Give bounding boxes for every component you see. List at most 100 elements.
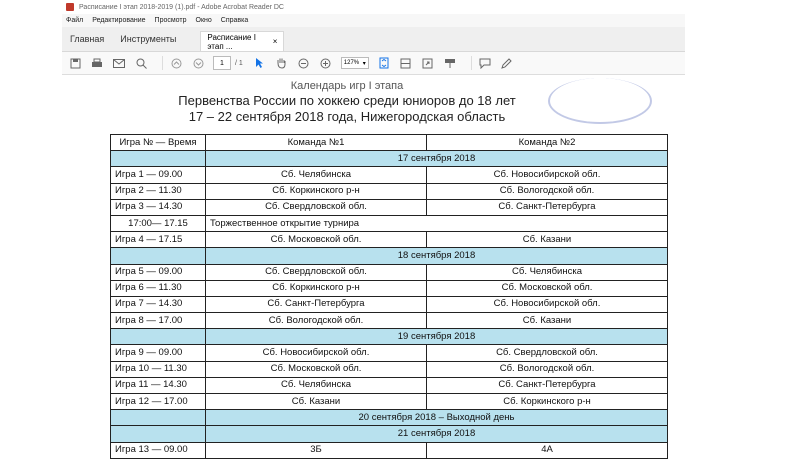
email-icon[interactable]	[112, 56, 126, 70]
tab-document[interactable]: Расписание I этап ... ×	[200, 31, 285, 51]
date-row-spacer	[110, 150, 206, 168]
toolbar-separator	[162, 56, 163, 70]
page-down-icon[interactable]	[191, 56, 205, 70]
date-cell: 21 сентября 2018	[205, 425, 668, 443]
chevron-down-icon: ▾	[362, 60, 366, 67]
team1-cell: Сб. Московской обл.	[205, 360, 427, 378]
table-row: Игра 13 — 09.00 3Б 4А	[110, 441, 668, 459]
header-team2: Команда №2	[426, 133, 668, 152]
team2-cell: Сб. Санкт-Петербурга	[426, 198, 668, 216]
menu-bar: Файл Редактирование Просмотр Окно Справк…	[62, 14, 685, 27]
game-cell: Игра 9 — 09.00	[110, 344, 206, 362]
menu-window[interactable]: Окно	[196, 17, 212, 24]
table-row: Игра 11 — 14.30 Сб. Челябинска Сб. Санкт-П…	[110, 376, 668, 395]
game-cell: Игра 6 — 11.30	[110, 279, 206, 297]
table-row: Игра 5 — 09.00 Сб. Свердловской обл. Сб. Ч…	[110, 263, 668, 281]
team2-cell: Сб. Свердловской обл.	[426, 344, 668, 362]
doc-title-line1: Первенства России по хоккею среди юниоро…	[178, 93, 516, 108]
menu-help[interactable]: Справка	[221, 17, 248, 24]
team1-cell: Сб. Коркинского р-н	[205, 182, 427, 200]
date-row-spacer	[110, 425, 206, 443]
search-icon[interactable]	[134, 56, 148, 70]
comment-icon[interactable]	[478, 56, 492, 70]
hand-tool-icon[interactable]	[275, 56, 289, 70]
zoom-level-select[interactable]: 127% ▾	[340, 57, 369, 69]
schedule-table: Игра № — Время Команда №1 Команда №2 17 …	[110, 133, 668, 459]
team1-cell: Сб. Челябинска	[205, 376, 427, 395]
select-cursor-icon[interactable]	[253, 56, 267, 70]
table-row-date: 17 сентября 2018	[110, 150, 668, 168]
zoom-out-icon[interactable]	[297, 56, 311, 70]
team2-cell: Сб. Санкт-Петербурга	[426, 376, 668, 395]
pen-icon[interactable]	[500, 56, 514, 70]
team2-cell: Сб. Новосибирской обл.	[426, 295, 668, 314]
fullscreen-icon[interactable]	[421, 56, 435, 70]
date-row-spacer	[110, 328, 206, 346]
table-row: Игра 9 — 09.00 Сб. Новосибирской обл. Сб. …	[110, 344, 668, 362]
game-cell: Игра 2 — 11.30	[110, 182, 206, 200]
scroll-mode-icon[interactable]	[399, 56, 413, 70]
tab-home[interactable]: Главная	[62, 34, 112, 51]
date-cell: 17 сентября 2018	[205, 150, 668, 168]
close-icon[interactable]: ×	[273, 37, 278, 46]
table-row: Игра 6 — 11.30 Сб. Коркинского р-н Сб. Мос…	[110, 279, 668, 297]
table-row: Игра 10 — 11.30 Сб. Московской обл. Сб. Во…	[110, 360, 668, 378]
table-row-date: 20 сентября 2018 – Выходной день	[110, 409, 668, 427]
game-cell: Игра 5 — 09.00	[110, 263, 206, 281]
zoom-in-icon[interactable]	[319, 56, 333, 70]
table-row: Игра 2 — 11.30 Сб. Коркинского р-н Сб. Вол…	[110, 182, 668, 200]
doc-title-line2: 17 – 22 сентября 2018 года, Нижегородска…	[188, 109, 506, 124]
team2-cell: 4А	[426, 441, 668, 459]
doc-title-partial: Календарь игр I этапа	[290, 80, 404, 92]
menu-file[interactable]: Файл	[66, 17, 83, 24]
team1-cell: Сб. Свердловской обл.	[205, 263, 427, 281]
tab-tools[interactable]: Инструменты	[112, 34, 184, 51]
date-cell: 20 сентября 2018 – Выходной день	[205, 409, 668, 427]
game-cell: Игра 4 — 17.15	[110, 231, 206, 249]
team2-cell: Сб. Вологодской обл.	[426, 182, 668, 200]
table-row: Игра 7 — 14.30 Сб. Санкт-Петербурга Сб. Но…	[110, 295, 668, 314]
print-icon[interactable]	[90, 56, 104, 70]
game-cell: Игра 1 — 09.00	[110, 166, 206, 184]
table-row: Игра 3 — 14.30 Сб. Свердловской обл. Сб. С…	[110, 198, 668, 216]
fit-page-icon[interactable]	[377, 56, 391, 70]
save-icon[interactable]	[68, 56, 82, 70]
team2-cell: Сб. Коркинского р-н	[426, 392, 668, 411]
game-cell: Игра 10 — 11.30	[110, 360, 206, 378]
table-header-row: Игра № — Время Команда №1 Команда №2	[110, 133, 668, 152]
tab-document-label: Расписание I этап ...	[207, 32, 256, 51]
table-row: Игра 4 — 17.15 Сб. Московской обл. Сб. Каз…	[110, 231, 668, 249]
tab-bar: Главная Инструменты Расписание I этап ..…	[62, 27, 685, 52]
page-number-input[interactable]: 1	[213, 56, 231, 70]
window-title: Расписание I этап 2018-2019 (1).pdf - Ad…	[79, 3, 284, 11]
toolbar-separator	[470, 56, 472, 70]
table-row-date: 21 сентября 2018	[110, 425, 668, 443]
table-row-date: 19 сентября 2018	[110, 328, 668, 346]
team2-cell: Сб. Московской обл.	[426, 279, 668, 297]
team1-cell: 3Б	[205, 441, 427, 459]
team2-cell: Сб. Новосибирской обл.	[426, 166, 668, 184]
keyboard-icon[interactable]	[443, 56, 457, 70]
table-row-event: 17:00— 17.15 Торжественное открытие турни…	[110, 214, 668, 233]
game-cell: Игра 11 — 14.30	[110, 376, 206, 395]
event-cell: Торжественное открытие турнира	[205, 214, 668, 233]
game-cell: Игра 7 — 14.30	[110, 295, 206, 314]
header-game-time: Игра № — Время	[110, 133, 206, 152]
page-total: / 1	[235, 59, 243, 67]
date-row-spacer	[110, 247, 206, 265]
team1-cell: Сб. Новосибирской обл.	[205, 344, 427, 362]
menu-edit[interactable]: Редактирование	[92, 17, 145, 24]
team1-cell: Сб. Вологодской обл.	[205, 312, 427, 330]
date-cell: 18 сентября 2018	[205, 247, 668, 265]
game-cell: Игра 13 — 09.00	[110, 441, 206, 459]
menu-view[interactable]: Просмотр	[155, 17, 187, 24]
game-cell: Игра 3 — 14.30	[110, 198, 206, 216]
team1-cell: Сб. Свердловской обл.	[205, 198, 427, 216]
team1-cell: Сб. Казани	[205, 392, 427, 411]
team1-cell: Сб. Челябинска	[205, 166, 427, 184]
title-bar: Расписание I этап 2018-2019 (1).pdf - Ad…	[62, 0, 685, 14]
date-cell: 19 сентября 2018	[205, 328, 668, 346]
team1-cell: Сб. Коркинского р-н	[205, 279, 427, 297]
game-cell: Игра 8 — 17.00	[110, 312, 206, 330]
page-up-icon[interactable]	[169, 56, 183, 70]
